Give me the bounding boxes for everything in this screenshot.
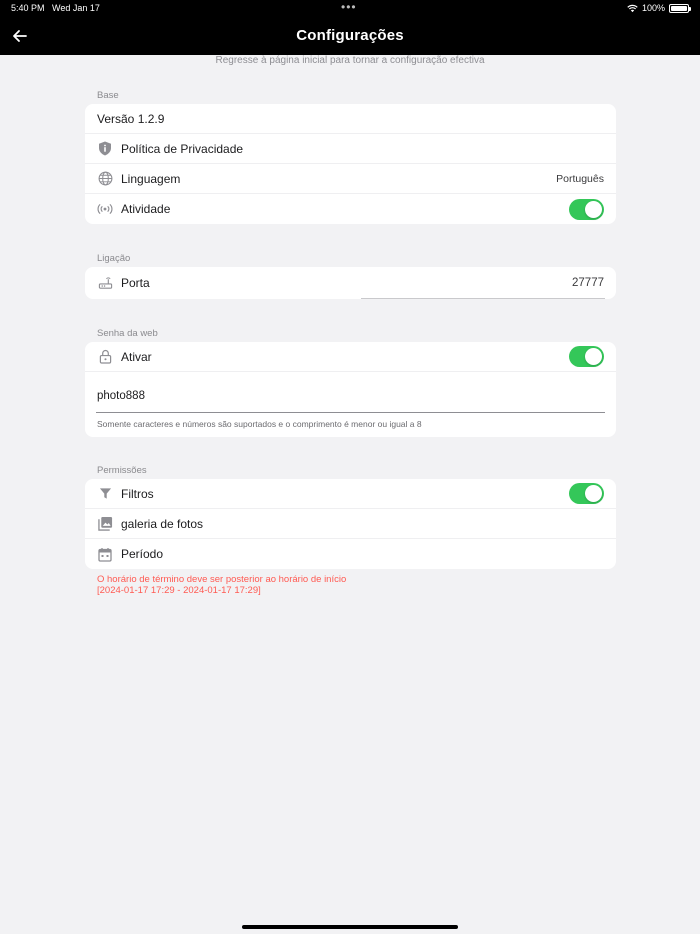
restart-hint: Regresse à página inicial para tornar a …	[215, 55, 485, 66]
password-helper-text: Somente caracteres e números são suporta…	[97, 419, 422, 429]
language-label: Linguagem	[121, 171, 181, 186]
card-base: Versão 1.2.9 Política de Privacidade Lin…	[85, 104, 616, 224]
status-time-date: 5:40 PM Wed Jan 17	[11, 3, 100, 13]
section-label-base: Base	[97, 90, 119, 101]
status-right: 100%	[627, 3, 691, 13]
filters-row: Filtros	[85, 479, 616, 509]
broadcast-icon	[97, 201, 113, 217]
filter-icon	[97, 486, 113, 502]
section-label-connection: Ligação	[97, 253, 131, 264]
period-row[interactable]: Período	[85, 539, 616, 569]
period-error-line1: O horário de término deve ser posterior …	[97, 574, 347, 585]
activity-label: Atividade	[121, 202, 171, 216]
section-label-permissions: Permissões	[97, 465, 147, 476]
period-label: Período	[121, 547, 164, 561]
status-date: Wed Jan 17	[52, 3, 100, 13]
activity-toggle[interactable]	[569, 198, 604, 220]
password-underline	[96, 412, 605, 413]
port-input-underline	[361, 298, 605, 299]
password-enable-label: Ativar	[121, 349, 152, 364]
port-row: Porta 27777	[85, 267, 616, 299]
lock-icon	[97, 349, 113, 365]
version-row: Versão 1.2.9	[85, 104, 616, 134]
privacy-policy-label: Política de Privacidade	[121, 141, 244, 156]
globe-icon	[97, 171, 113, 187]
period-error-message: O horário de término deve ser posterior …	[97, 574, 346, 596]
version-label: Versão 1.2.9	[97, 111, 165, 126]
shield-info-icon	[97, 141, 113, 157]
password-input[interactable]: photo888	[97, 390, 145, 402]
top-bar: 5:40 PM Wed Jan 17 ••• 100% Configuraçõe…	[0, 0, 700, 55]
port-input[interactable]: 27777	[572, 277, 604, 289]
port-label: Porta	[121, 276, 150, 290]
period-error-line2: [2024-01-17 17:29 - 2024-01-17 17:29]	[97, 585, 261, 596]
page-title: Configurações	[296, 27, 404, 44]
photo-gallery-label: galeria de fotos	[121, 516, 204, 531]
photo-library-icon	[97, 516, 113, 532]
activity-row: Atividade	[85, 194, 616, 224]
filters-toggle[interactable]	[569, 483, 604, 504]
calendar-icon	[97, 546, 113, 562]
password-field[interactable]: photo888	[85, 372, 616, 414]
battery-percent: 100%	[641, 3, 665, 13]
language-value[interactable]: Português	[556, 173, 604, 185]
password-enable-toggle[interactable]	[569, 346, 604, 367]
home-indicator[interactable]	[242, 925, 458, 929]
password-enable-row: Ativar	[85, 342, 616, 372]
card-permissions: Filtros galeria de fotos Período	[85, 479, 616, 569]
filters-label: Filtros	[121, 486, 154, 501]
card-connection: Porta 27777	[85, 267, 616, 299]
battery-icon	[669, 3, 691, 13]
router-icon	[97, 275, 113, 291]
privacy-policy-row[interactable]: Política de Privacidade	[85, 134, 616, 164]
card-web-password: Ativar photo888 Somente caracteres e núm…	[85, 342, 616, 437]
photo-gallery-row[interactable]: galeria de fotos	[85, 509, 616, 539]
status-time: 5:40 PM	[11, 3, 45, 13]
wifi-icon	[627, 4, 638, 12]
section-label-web-password: Senha da web	[97, 328, 158, 339]
language-row[interactable]: Linguagem Português	[85, 164, 616, 194]
multitasking-dots-icon[interactable]: •••	[341, 0, 357, 14]
